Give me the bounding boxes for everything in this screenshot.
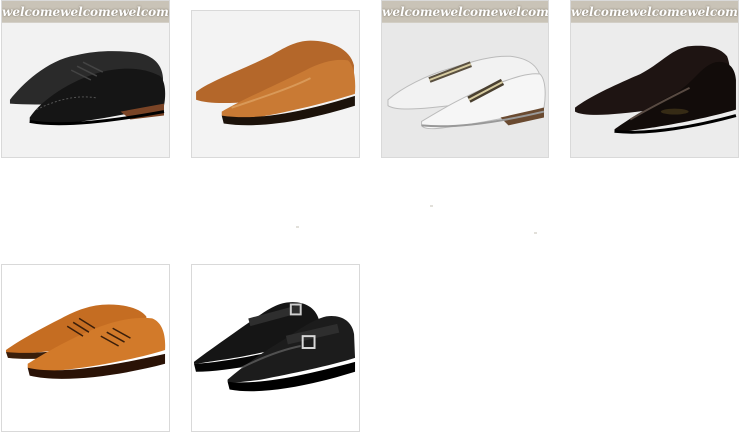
image-artifact bbox=[534, 232, 537, 234]
product-tile-1[interactable]: welcome welcome welcome bbox=[1, 0, 170, 158]
image-artifact bbox=[296, 226, 299, 228]
shoe-image-black-monk-strap bbox=[192, 265, 359, 431]
shoe-image-black-brogue bbox=[2, 22, 169, 157]
product-tile-3[interactable]: welcome welcome welcome bbox=[381, 0, 549, 158]
product-tile-4[interactable]: welcome welcome welcome bbox=[570, 0, 739, 158]
shoe-image-tan-derby bbox=[2, 265, 169, 431]
shoe-image-black-loafer bbox=[571, 22, 738, 157]
shoe-image-white-loafer bbox=[382, 22, 548, 157]
product-tile-5[interactable] bbox=[1, 264, 170, 432]
image-artifact bbox=[430, 205, 433, 207]
product-tile-6[interactable] bbox=[191, 264, 360, 432]
product-tile-2[interactable] bbox=[191, 10, 360, 158]
shoe-image-tan-loafer bbox=[192, 11, 359, 157]
